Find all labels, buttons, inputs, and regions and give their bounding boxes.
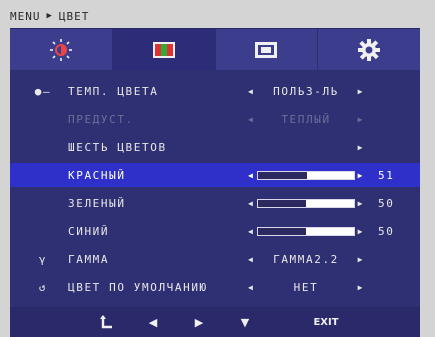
red-slider-fill	[258, 171, 307, 179]
red-value: 51	[378, 168, 395, 182]
menu-row-green[interactable]: ЗЕЛЕНЫЙ ◀ ▶ 50	[10, 191, 420, 215]
right-arrow-icon[interactable]: ▶	[358, 199, 364, 208]
color-temp-value: ПОЛЬЗ-ЛЬ	[273, 84, 339, 98]
green-slider[interactable]: ◀ ▶	[248, 198, 364, 208]
blue-value: 50	[378, 224, 395, 238]
brightness-icon	[49, 39, 72, 61]
menu-row-red[interactable]: КРАСНЫЙ ◀ ▶ 51	[10, 163, 420, 187]
down-button[interactable]: ▼	[230, 307, 260, 337]
menu-label-green: ЗЕЛЕНЫЙ	[68, 196, 126, 210]
left-arrow-icon: ◀	[148, 315, 158, 329]
right-button[interactable]: ▶	[184, 307, 214, 337]
green-slider-track[interactable]	[257, 198, 355, 208]
tab-screen[interactable]	[216, 29, 319, 71]
gamma-value: ГАММА2.2	[273, 252, 339, 266]
reset-icon: ↺	[38, 280, 48, 294]
menu-row-gamma[interactable]: γ ГАММА ◀ ГАММА2.2 ▶	[10, 247, 420, 271]
menu-label-color-temp: ТЕМП. ЦВЕТА	[68, 84, 159, 98]
green-value: 50	[378, 196, 395, 210]
red-slider[interactable]: ◀ ▶	[248, 170, 364, 180]
menu-row-color-temp[interactable]: ●— ТЕМП. ЦВЕТА ◀ ПОЛЬЗ-ЛЬ ▶	[10, 79, 420, 103]
exit-button[interactable]: EXIT	[306, 307, 346, 337]
color-menu-panel: ●— ТЕМП. ЦВЕТА ◀ ПОЛЬЗ-ЛЬ ▶ ПРЕДУСТ. ◀ Т…	[10, 70, 420, 307]
right-arrow-icon: ▶	[357, 114, 364, 124]
six-colors-submenu[interactable]: ▶	[248, 143, 364, 152]
preset-selector: ◀ ТЕПЛЫЙ ▶	[248, 113, 364, 126]
blue-slider[interactable]: ◀ ▶	[248, 226, 364, 236]
color-reset-selector[interactable]: ◀ НЕТ ▶	[248, 281, 364, 294]
color-icon	[152, 42, 175, 58]
tab-picture[interactable]	[10, 29, 113, 71]
gamma-selector[interactable]: ◀ ГАММА2.2 ▶	[248, 253, 364, 266]
screen-icon	[255, 42, 278, 58]
menu-label-preset: ПРЕДУСТ.	[68, 112, 134, 126]
menu-row-blue[interactable]: СИНИЙ ◀ ▶ 50	[10, 219, 420, 243]
red-slider-track[interactable]	[257, 170, 355, 180]
tab-bar	[10, 28, 420, 71]
tab-color[interactable]	[112, 29, 216, 71]
breadcrumb-separator-icon: ▶	[46, 11, 53, 21]
left-button[interactable]: ◀	[138, 307, 168, 337]
down-arrow-icon: ▼	[240, 315, 250, 329]
menu-label-color-reset: ЦВЕТ ПО УМОЛЧАНИЮ	[68, 280, 208, 294]
color-reset-value: НЕТ	[293, 280, 319, 294]
right-arrow-icon[interactable]: ▶	[358, 143, 364, 152]
menu-row-six-colors[interactable]: ШЕСТЬ ЦВЕТОВ ▶	[10, 135, 420, 159]
left-arrow-icon[interactable]: ◀	[248, 171, 254, 180]
right-arrow-icon[interactable]: ▶	[358, 255, 364, 264]
blue-slider-track[interactable]	[257, 226, 355, 236]
tab-settings[interactable]	[318, 29, 420, 71]
breadcrumb: MENU ▶ ЦВЕТ	[10, 8, 89, 24]
menu-label-blue: СИНИЙ	[68, 224, 110, 238]
right-arrow-icon[interactable]: ▶	[358, 171, 364, 180]
right-arrow-icon[interactable]: ▶	[358, 87, 364, 96]
left-arrow-icon[interactable]: ◀	[248, 227, 254, 236]
breadcrumb-current: ЦВЕТ	[58, 9, 90, 23]
bottom-button-bar: ◀ ▶ ▼ EXIT	[10, 307, 420, 337]
menu-label-six-colors: ШЕСТЬ ЦВЕТОВ	[68, 140, 167, 154]
gamma-icon: γ	[38, 252, 48, 266]
color-temp-icon: ●—	[34, 84, 52, 98]
back-button[interactable]	[92, 307, 122, 337]
color-temp-selector[interactable]: ◀ ПОЛЬЗ-ЛЬ ▶	[248, 85, 364, 98]
blue-slider-fill	[258, 227, 306, 235]
left-arrow-icon[interactable]: ◀	[248, 199, 254, 208]
right-arrow-icon[interactable]: ▶	[358, 227, 364, 236]
preset-value: ТЕПЛЫЙ	[281, 112, 331, 126]
osd-window: MENU ▶ ЦВЕТ ●— ТЕМП. ЦВЕТА ◀ ПОЛЬЗ-ЛЬ ▶ …	[0, 0, 435, 337]
menu-label-gamma: ГАММА	[68, 252, 110, 266]
right-arrow-icon: ▶	[194, 315, 204, 329]
breadcrumb-root: MENU	[10, 9, 41, 23]
menu-row-color-reset[interactable]: ↺ ЦВЕТ ПО УМОЛЧАНИЮ ◀ НЕТ ▶	[10, 275, 420, 299]
menu-label-red: КРАСНЫЙ	[68, 168, 126, 182]
green-slider-fill	[258, 199, 306, 207]
menu-row-preset: ПРЕДУСТ. ◀ ТЕПЛЫЙ ▶	[10, 107, 420, 131]
right-arrow-icon[interactable]: ▶	[358, 283, 364, 292]
back-icon	[100, 315, 112, 329]
settings-icon	[358, 39, 381, 61]
exit-label: EXIT	[313, 316, 339, 328]
